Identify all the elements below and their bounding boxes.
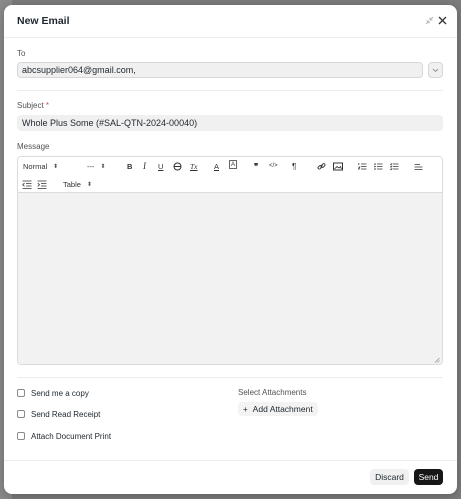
send-copy-option[interactable]: Send me a copy: [17, 387, 89, 399]
discard-button[interactable]: Discard: [370, 469, 409, 485]
clear-format-button[interactable]: Tx: [190, 160, 198, 172]
checklist-icon[interactable]: [390, 160, 399, 172]
updown-caret-icon: ⬍: [100, 163, 106, 170]
bold-button[interactable]: B: [127, 160, 132, 172]
text-color-button[interactable]: A: [214, 160, 219, 172]
send-copy-checkbox[interactable]: [17, 389, 25, 397]
close-icon[interactable]: [435, 13, 449, 27]
divider: [17, 90, 443, 91]
add-attachment-button[interactable]: + Add Attachment: [238, 402, 318, 416]
blockquote-button[interactable]: ❞: [254, 160, 258, 172]
paragraph-style-select[interactable]: Normal ⬍: [23, 160, 58, 172]
footer-divider: [4, 460, 457, 461]
resize-handle-icon[interactable]: [434, 357, 440, 364]
subject-label: Subject *: [17, 101, 49, 110]
subject-field[interactable]: Whole Plus Some (#SAL-QTN-2024-00040): [17, 115, 443, 131]
updown-caret-icon: ⬍: [86, 181, 92, 188]
outdent-icon[interactable]: [22, 178, 32, 190]
message-editor: Normal ⬍ --- ⬍ B I U Tx A A ❞ </> ¶ Tabl…: [17, 156, 443, 365]
table-select[interactable]: Table ⬍: [63, 178, 92, 190]
table-select-label: Table: [63, 179, 81, 189]
dialog-header: New Email: [4, 5, 457, 38]
updown-caret-icon: ⬍: [53, 163, 59, 170]
read-receipt-checkbox[interactable]: [17, 410, 25, 418]
editor-toolbar: Normal ⬍ --- ⬍ B I U Tx A A ❞ </> ¶ Tabl…: [18, 157, 442, 193]
to-field[interactable]: abcsupplier064@gmail.com,: [17, 62, 423, 78]
to-label: To: [17, 49, 26, 58]
dialog-title: New Email: [17, 15, 70, 27]
indent-icon[interactable]: [37, 178, 47, 190]
send-button[interactable]: Send: [414, 469, 443, 485]
read-receipt-label: Send Read Receipt: [31, 409, 101, 419]
image-icon[interactable]: [333, 160, 343, 172]
subject-label-text: Subject: [17, 101, 44, 110]
attach-print-checkbox[interactable]: [17, 432, 25, 440]
italic-button[interactable]: I: [143, 160, 146, 172]
bullet-list-icon[interactable]: [374, 160, 383, 172]
required-mark: *: [45, 101, 50, 110]
read-receipt-option[interactable]: Send Read Receipt: [17, 408, 100, 420]
message-label: Message: [17, 142, 50, 151]
attachments-label: Select Attachments: [238, 388, 307, 397]
new-email-dialog: New Email To abcsupplier064@gmail.com, S…: [4, 5, 457, 494]
strikethrough-icon[interactable]: [173, 160, 182, 172]
plus-icon: +: [243, 404, 248, 414]
font-size-select[interactable]: --- ⬍: [87, 160, 106, 172]
collapse-icon[interactable]: [422, 13, 436, 27]
ordered-list-icon[interactable]: [358, 160, 367, 172]
chevron-down-icon[interactable]: [428, 62, 443, 78]
background-color-button[interactable]: A: [229, 160, 238, 169]
attach-print-option[interactable]: Attach Document Print: [17, 430, 111, 442]
attach-print-label: Attach Document Print: [31, 431, 112, 441]
align-left-icon[interactable]: [414, 160, 423, 172]
add-attachment-label: Add Attachment: [252, 404, 313, 414]
text-direction-button[interactable]: ¶: [292, 160, 296, 172]
send-copy-label: Send me a copy: [31, 388, 89, 398]
link-icon[interactable]: [317, 160, 326, 172]
underline-button[interactable]: U: [158, 160, 163, 172]
font-size-value: ---: [87, 161, 95, 171]
message-body-input[interactable]: [18, 193, 442, 364]
paragraph-style-value: Normal: [23, 161, 48, 171]
code-button[interactable]: </>: [269, 160, 278, 172]
divider: [17, 377, 443, 378]
